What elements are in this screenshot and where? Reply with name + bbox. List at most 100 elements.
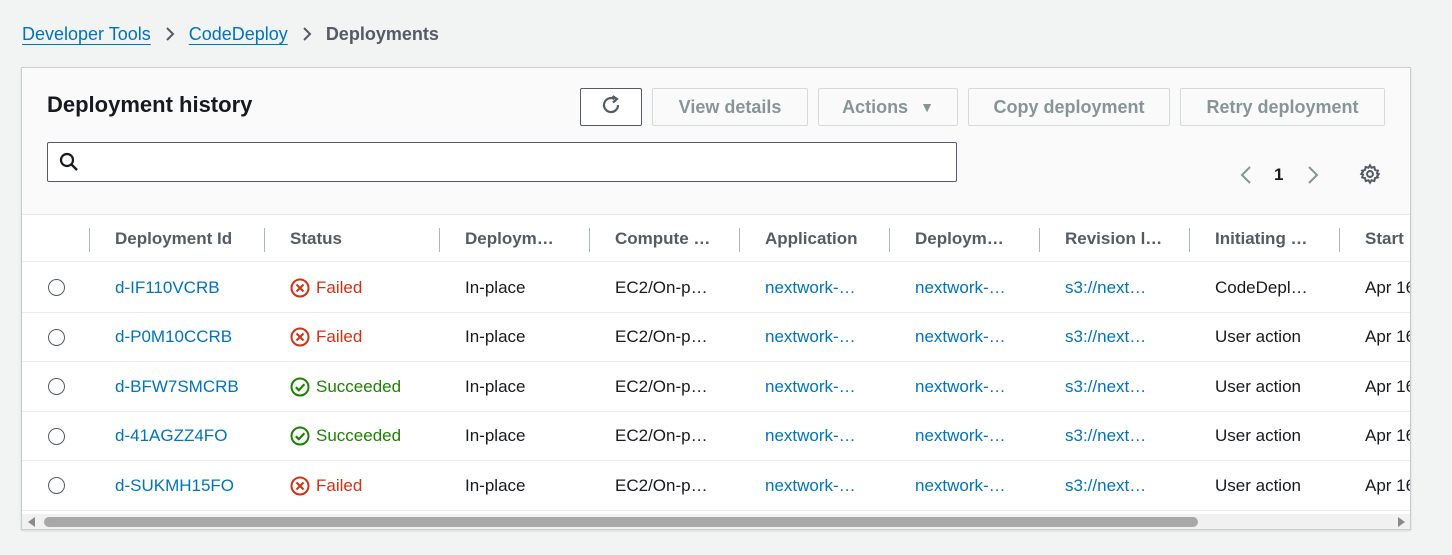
column-divider[interactable] [739,228,740,252]
deployment-type-cell: In-place [465,327,526,346]
status-badge: Succeeded [290,412,401,461]
pagination: 1 [1240,162,1319,188]
status-label: Failed [316,475,363,495]
scrollbar-thumb[interactable] [44,517,1198,527]
deployment-id-link[interactable]: d-SUKMH15FO [115,461,234,510]
chevron-right-icon[interactable] [1307,165,1319,185]
application-link[interactable]: nextwork-… [765,412,856,461]
deployment-group-link[interactable]: nextwork-… [915,412,1006,461]
deployment-group-link[interactable]: nextwork-… [915,362,1006,411]
gear-icon[interactable] [1359,163,1381,185]
table-row[interactable]: d-SUKMH15FO Failed In-place EC2/On-p… ne… [22,461,1410,511]
deployment-id-link[interactable]: d-IF110VCRB [115,263,220,312]
deployment-group-link[interactable]: nextwork-… [915,313,1006,362]
column-header-deployment-type[interactable]: Deploym… [465,216,554,262]
column-header-initiating-event[interactable]: Initiating … [1215,216,1308,262]
refresh-icon [600,94,622,121]
compute-platform-cell: EC2/On-p… [615,376,708,396]
start-time-cell: Apr 16 [1365,475,1411,495]
status-label: Failed [316,327,363,346]
chevron-right-icon [302,27,312,41]
row-select-radio[interactable] [48,279,65,296]
deployment-type-cell: In-place [465,426,526,445]
panel-title: Deployment history [47,92,253,117]
application-link[interactable]: nextwork-… [765,263,856,312]
compute-platform-cell: EC2/On-p… [615,475,708,495]
compute-platform-cell: EC2/On-p… [615,277,708,297]
deployment-id-link[interactable]: d-P0M10CCRB [115,313,232,362]
revision-location-link[interactable]: s3://next… [1065,412,1146,461]
initiating-event-cell: User action [1215,475,1301,495]
check-circle-icon [290,426,310,446]
application-link[interactable]: nextwork-… [765,461,856,510]
status-badge: Failed [290,263,362,312]
revision-location-link[interactable]: s3://next… [1065,313,1146,362]
breadcrumb: Developer Tools CodeDeploy Deployments [22,22,439,46]
revision-location-link[interactable]: s3://next… [1065,362,1146,411]
row-select-radio[interactable] [48,328,65,346]
page-number[interactable]: 1 [1274,165,1283,185]
column-header-revision-location[interactable]: Revision l… [1065,216,1162,262]
deployment-history-panel: Deployment history View details Actions … [21,67,1411,530]
horizontal-scrollbar[interactable] [22,514,1410,529]
compute-platform-cell: EC2/On-p… [615,327,708,346]
table-row[interactable]: d-41AGZZ4FO Succeeded In-place EC2/On-p…… [22,411,1411,461]
start-time-cell: Apr 16 [1365,426,1411,445]
column-header-deployment-id[interactable]: Deployment Id [115,216,232,262]
copy-deployment-button[interactable]: Copy deployment [968,88,1170,126]
deployment-group-link[interactable]: nextwork-… [915,263,1006,312]
actions-dropdown-button[interactable]: Actions ▼ [818,88,958,126]
column-divider[interactable] [889,228,890,252]
status-label: Succeeded [316,426,402,445]
column-divider[interactable] [1189,228,1190,252]
chevron-right-icon [165,27,175,41]
column-header-start-time[interactable]: Start [1365,216,1404,262]
table-row[interactable]: d-IF110VCRB Failed In-place EC2/On-p… ne… [22,263,1410,313]
deployment-type-cell: In-place [465,475,526,495]
x-circle-icon [290,476,310,496]
column-header-compute-platform[interactable]: Compute … [615,216,710,262]
deployment-id-link[interactable]: d-41AGZZ4FO [115,412,227,461]
column-divider[interactable] [264,228,265,252]
breadcrumb-codedeploy[interactable]: CodeDeploy [189,24,288,45]
search-box [47,142,957,182]
table-header: Deployment Id Status Deploym… Compute … … [22,216,1410,262]
column-header-application[interactable]: Application [765,216,858,262]
breadcrumb-developer-tools[interactable]: Developer Tools [22,24,151,45]
deployment-id-link[interactable]: d-BFW7SMCRB [115,362,239,411]
initiating-event-cell: CodeDepl… [1215,277,1308,297]
actions-label: Actions [842,96,909,117]
chevron-left-icon[interactable] [1240,165,1252,185]
breadcrumb-current: Deployments [325,23,439,44]
deployment-type-cell: In-place [465,277,526,297]
column-divider[interactable] [439,228,440,252]
start-time-cell: Apr 16 [1365,327,1411,346]
caret-down-icon: ▼ [920,99,934,115]
column-divider[interactable] [1339,228,1340,252]
initiating-event-cell: User action [1215,376,1301,396]
table-row[interactable]: d-BFW7SMCRB Succeeded In-place EC2/On-p…… [22,362,1410,412]
refresh-button[interactable] [580,88,642,126]
search-input[interactable] [87,144,956,180]
row-select-radio[interactable] [48,427,65,445]
application-link[interactable]: nextwork-… [765,313,856,362]
revision-location-link[interactable]: s3://next… [1065,263,1146,312]
column-header-deployment-group[interactable]: Deploym… [915,216,1004,262]
scroll-right-arrow-icon[interactable] [1398,517,1405,527]
row-select-radio[interactable] [48,378,65,395]
revision-location-link[interactable]: s3://next… [1065,461,1146,510]
column-header-status[interactable]: Status [290,216,342,262]
initiating-event-cell: User action [1215,327,1301,346]
scroll-left-arrow-icon[interactable] [28,517,35,527]
view-details-button[interactable]: View details [652,88,808,126]
start-time-cell: Apr 16 [1365,277,1411,297]
column-divider[interactable] [589,228,590,252]
deployment-group-link[interactable]: nextwork-… [915,461,1006,510]
column-divider[interactable] [1039,228,1040,252]
x-circle-icon [290,327,310,347]
application-link[interactable]: nextwork-… [765,362,856,411]
column-divider[interactable] [89,228,90,252]
row-select-radio[interactable] [48,477,65,494]
table-row[interactable]: d-P0M10CCRB Failed In-place EC2/On-p… ne… [22,312,1411,362]
retry-deployment-button[interactable]: Retry deployment [1180,88,1385,126]
